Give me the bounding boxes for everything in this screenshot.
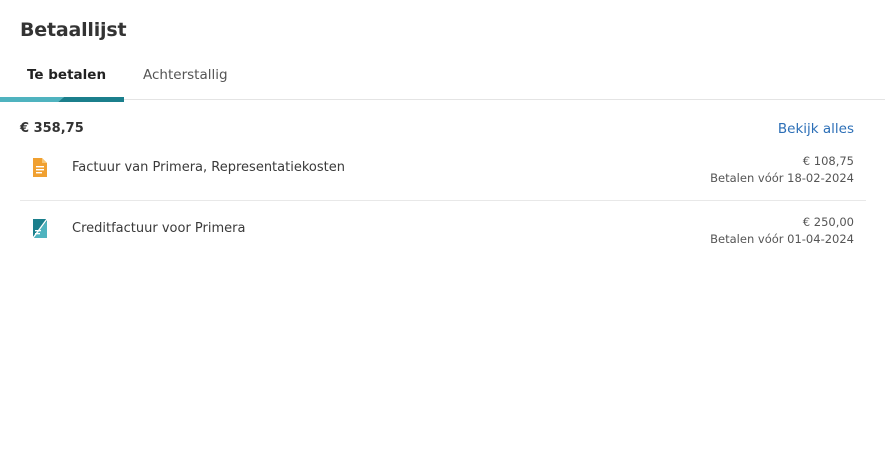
list-item[interactable]: Creditfactuur voor Primera € 250,00 Beta… xyxy=(20,201,866,261)
item-due-date: Betalen vóór 18-02-2024 xyxy=(710,171,854,185)
page-title: Betaallijst xyxy=(20,19,127,41)
item-name: Creditfactuur voor Primera xyxy=(72,221,246,236)
item-name: Factuur van Primera, Representatiekosten xyxy=(72,160,345,175)
tab-achterstallig[interactable]: Achterstallig xyxy=(143,67,228,83)
total-amount: € 358,75 xyxy=(20,121,84,136)
item-due-date: Betalen vóór 01-04-2024 xyxy=(710,232,854,246)
tab-bar: Te betalen Achterstallig xyxy=(0,56,885,102)
credit-invoice-icon xyxy=(32,219,48,238)
item-amount: € 108,75 xyxy=(802,154,854,168)
payment-list: Factuur van Primera, Representatiekosten… xyxy=(20,140,866,261)
item-amount: € 250,00 xyxy=(802,215,854,229)
tab-te-betalen[interactable]: Te betalen xyxy=(27,67,106,83)
payment-list-panel: Betaallijst Te betalen Achterstallig € 3… xyxy=(0,0,885,459)
view-all-link[interactable]: Bekijk alles xyxy=(778,121,854,137)
active-tab-indicator xyxy=(0,97,124,102)
list-item[interactable]: Factuur van Primera, Representatiekosten… xyxy=(20,140,866,201)
invoice-document-icon xyxy=(33,158,47,177)
